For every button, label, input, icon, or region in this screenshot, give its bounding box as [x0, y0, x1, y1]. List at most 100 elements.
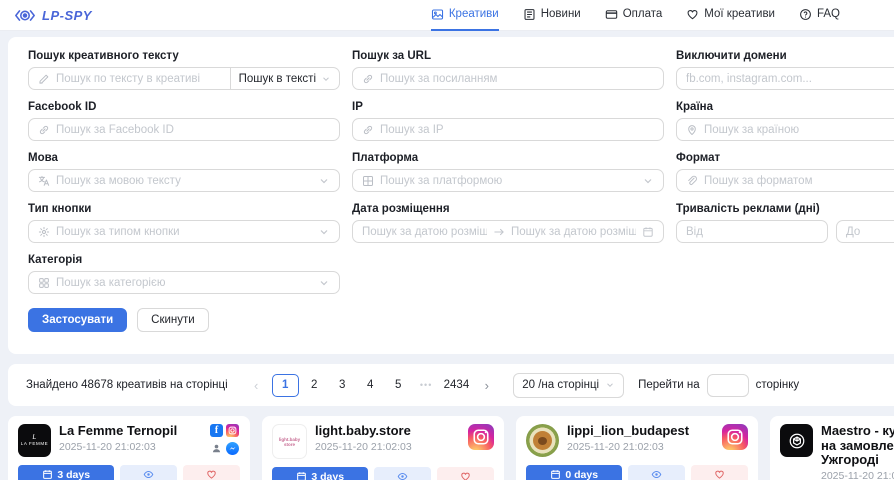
- field-label: IP: [352, 101, 664, 113]
- creative-card[interactable]: L LA FEMME La Femme Ternopil 2025-11-20 …: [8, 416, 250, 480]
- link-icon: [362, 73, 374, 85]
- category-grid-icon: [38, 277, 50, 289]
- like-button[interactable]: [691, 465, 748, 480]
- apply-button[interactable]: Застосувати: [28, 308, 127, 332]
- creatives-list: L LA FEMME La Femme Ternopil 2025-11-20 …: [8, 416, 894, 480]
- field-button-type: Тип кнопки Пошук за типом кнопки: [28, 203, 340, 243]
- field-label: Facebook ID: [28, 101, 340, 113]
- heart-icon: [686, 8, 699, 21]
- field-exclude-domains: Виключити домени fb.com, instagram.com..…: [676, 50, 894, 90]
- pencil-icon: [38, 73, 50, 85]
- advertiser-name[interactable]: La Femme Ternopil: [59, 424, 202, 439]
- page-button-2[interactable]: 2: [302, 375, 327, 396]
- card-actions: 3 days: [18, 465, 240, 480]
- instagram-icon: [468, 424, 494, 450]
- duration-from-input[interactable]: Від: [676, 220, 828, 243]
- exclude-domains-input[interactable]: fb.com, instagram.com...: [676, 67, 894, 90]
- days-label: 3 days: [57, 469, 90, 480]
- page-button-5[interactable]: 5: [386, 375, 411, 396]
- days-label: 3 days: [311, 471, 344, 480]
- creative-card[interactable]: light.baby store light.baby.store 2025-1…: [262, 416, 504, 480]
- advertiser-name[interactable]: lippi_lion_budapest: [567, 424, 714, 439]
- nav-tab-payment[interactable]: Оплата: [605, 0, 663, 31]
- views-button[interactable]: [628, 465, 685, 480]
- placeholder: Пошук за країною: [704, 124, 894, 136]
- results-summary: Знайдено 48678 креативів на сторінці: [26, 379, 228, 391]
- page-content: Пошук креативного тексту Пошук по тексту…: [0, 37, 894, 480]
- goto-page-input[interactable]: [707, 374, 749, 397]
- advertiser-name[interactable]: light.baby.store: [315, 424, 460, 439]
- chevron-down-icon: [642, 175, 654, 187]
- next-page-button[interactable]: ›: [474, 375, 499, 396]
- selected-value: Пошук в тексті: [239, 73, 316, 85]
- creative-card[interactable]: lippi_lion_budapest 2025-11-20 21:02:03 …: [516, 416, 758, 480]
- page-size-select[interactable]: 20 /на сторінці: [513, 373, 624, 398]
- page-ellipsis[interactable]: •••: [414, 375, 439, 396]
- eye-icon: [651, 469, 662, 480]
- nav-tab-faq[interactable]: FAQ: [799, 0, 840, 31]
- credit-card-icon: [605, 8, 618, 21]
- days-active-button[interactable]: 3 days: [18, 465, 114, 480]
- prev-page-button[interactable]: ‹: [244, 375, 269, 396]
- date-from-placeholder: Пошук за датою розміщення: [362, 226, 487, 238]
- duration-to-input[interactable]: До: [836, 220, 894, 243]
- main-nav: Креативи Новини Оплата Мої креативи FAQ: [431, 0, 840, 31]
- creative-date: 2025-11-20 21:02:03: [315, 441, 460, 453]
- views-button[interactable]: [120, 465, 177, 480]
- filters-panel: Пошук креативного тексту Пошук по тексту…: [8, 37, 894, 354]
- app-root: LP-SPY Креативи Новини Оплата Мої креати…: [0, 0, 894, 480]
- gear-icon: [38, 226, 50, 238]
- creative-card[interactable]: Maestro - кухні, меблі на замовлення в У…: [770, 416, 894, 480]
- chevron-down-icon: [318, 277, 330, 289]
- card-actions: 3 days: [272, 467, 494, 480]
- reset-button[interactable]: Скинути: [137, 308, 209, 332]
- placeholder: Від: [686, 226, 818, 238]
- placeholder: fb.com, instagram.com...: [686, 73, 894, 85]
- field-language: Мова Пошук за мовою тексту: [28, 152, 340, 192]
- placeholder: Пошук за платформою: [380, 175, 636, 187]
- placement-date-range-picker[interactable]: Пошук за датою розміщення Пошук за датою…: [352, 220, 664, 243]
- platform-select[interactable]: Пошук за платформою: [352, 169, 664, 192]
- nav-label: Новини: [541, 8, 581, 20]
- page-button-1[interactable]: 1: [272, 374, 299, 397]
- views-button[interactable]: [374, 467, 431, 480]
- field-label: Категорія: [28, 254, 340, 266]
- category-select[interactable]: Пошук за категорією: [28, 271, 340, 294]
- page-button-last[interactable]: 2434: [442, 375, 472, 396]
- audience-network-icon: [210, 442, 223, 455]
- language-select[interactable]: Пошук за мовою тексту: [28, 169, 340, 192]
- advertiser-avatar: L LA FEMME: [18, 424, 51, 457]
- advertiser-name[interactable]: Maestro - кухні, меблі на замовлення в У…: [821, 424, 894, 468]
- nav-tab-my-creatives[interactable]: Мої креативи: [686, 0, 775, 31]
- nav-tab-news[interactable]: Новини: [523, 0, 581, 31]
- format-select[interactable]: Пошук за форматом: [676, 169, 894, 192]
- placeholder: Пошук за IP: [380, 124, 654, 136]
- logo[interactable]: LP-SPY: [14, 8, 92, 23]
- nav-tab-creatives[interactable]: Креативи: [431, 0, 499, 31]
- text-search-mode-select[interactable]: Пошук в тексті: [231, 67, 340, 90]
- maestro-logo: [788, 432, 806, 450]
- avatar-text: store: [284, 442, 295, 447]
- page-button-4[interactable]: 4: [358, 375, 383, 396]
- facebook-id-input[interactable]: Пошук за Facebook ID: [28, 118, 340, 141]
- goto-page-group: Перейти на сторінку: [638, 374, 799, 397]
- creative-text-input[interactable]: Пошук по тексту в креативі: [28, 67, 231, 90]
- creative-date: 2025-11-20 21:02:03: [567, 441, 714, 453]
- placeholder: Пошук за мовою тексту: [56, 175, 312, 187]
- days-active-button[interactable]: 3 days: [272, 467, 368, 480]
- country-select[interactable]: Пошук за країною: [676, 118, 894, 141]
- url-input[interactable]: Пошук за посиланням: [352, 67, 664, 90]
- image-icon: [431, 8, 444, 21]
- placeholder: До: [846, 226, 894, 238]
- field-url: Пошук за URL Пошук за посиланням: [352, 50, 664, 90]
- network-icons: f: [210, 424, 240, 457]
- days-active-button[interactable]: 0 days: [526, 465, 622, 480]
- field-format: Формат Пошук за форматом: [676, 152, 894, 192]
- advertiser-avatar: light.baby store: [272, 424, 307, 459]
- like-button[interactable]: [183, 465, 240, 480]
- field-label: Пошук креативного тексту: [28, 50, 340, 62]
- ip-input[interactable]: Пошук за IP: [352, 118, 664, 141]
- like-button[interactable]: [437, 467, 494, 480]
- button-type-select[interactable]: Пошук за типом кнопки: [28, 220, 340, 243]
- page-button-3[interactable]: 3: [330, 375, 355, 396]
